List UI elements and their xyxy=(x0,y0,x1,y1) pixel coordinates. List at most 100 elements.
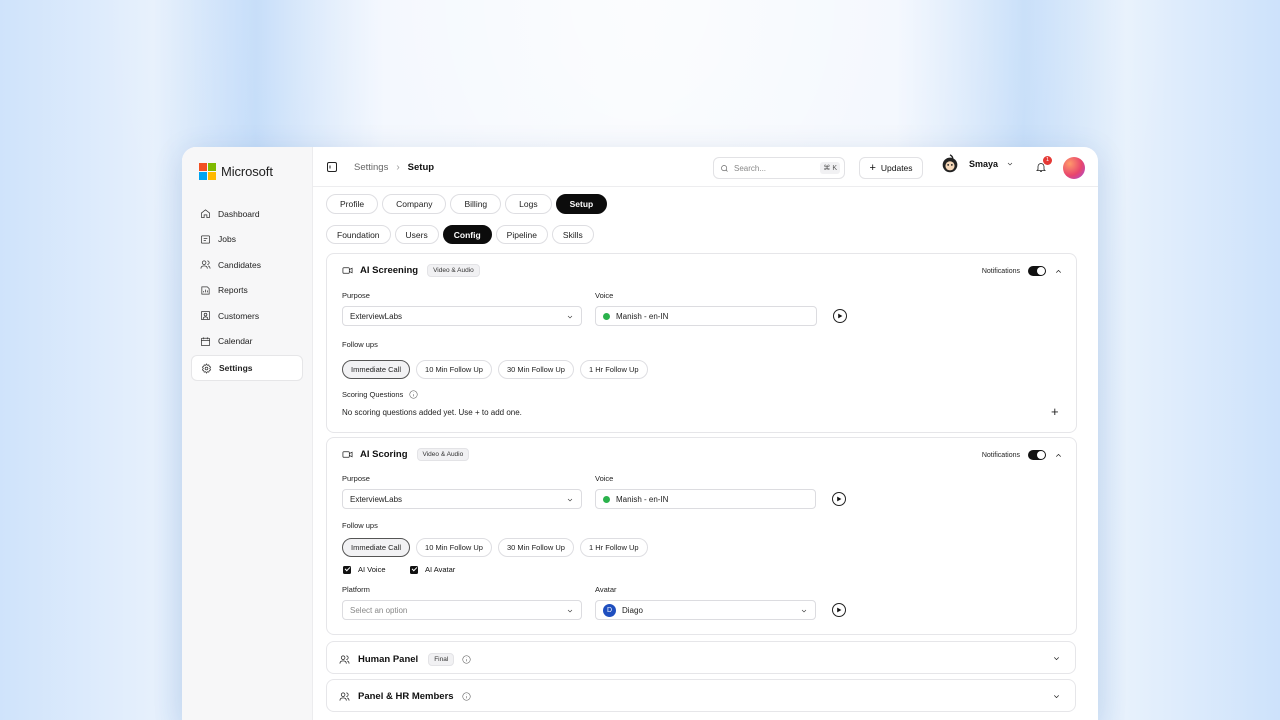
media-type-badge: Video & Audio xyxy=(416,448,470,461)
play-voice-button[interactable] xyxy=(832,492,846,506)
ai-voice-checkbox[interactable] xyxy=(343,565,351,574)
notifications-toggle[interactable] xyxy=(1028,450,1046,460)
chevron-down-icon xyxy=(1007,162,1013,166)
breadcrumb-setup: Setup xyxy=(407,162,435,173)
tab-skills[interactable]: Skills xyxy=(551,225,594,244)
users-icon xyxy=(200,260,211,269)
notifications-toggle[interactable] xyxy=(1028,266,1046,276)
followup-immediate-call[interactable]: Immediate Call xyxy=(342,538,411,557)
profile-avatar[interactable] xyxy=(1063,157,1085,179)
sidebar-item-label: Customers xyxy=(218,310,260,321)
followup-30-min[interactable]: 30 Min Follow Up xyxy=(497,360,574,379)
play-icon xyxy=(837,607,842,613)
ai-avatar-checkbox-row[interactable]: AI Avatar xyxy=(410,565,455,574)
sidebar-item-calendar[interactable]: Calendar xyxy=(191,329,303,355)
search-shortcut: ⌘ K xyxy=(820,162,840,174)
purpose-select[interactable]: ExterviewLabs xyxy=(342,306,582,326)
info-icon[interactable] xyxy=(409,390,418,399)
updates-button[interactable]: + Updates xyxy=(859,157,923,179)
chevron-down-icon xyxy=(567,315,573,319)
video-icon xyxy=(342,267,353,274)
tab-logs[interactable]: Logs xyxy=(505,194,552,214)
scoring-questions-heading: Scoring Questions xyxy=(342,390,418,399)
voice-label: Voice xyxy=(595,291,614,300)
sidebar-item-candidates[interactable]: Candidates xyxy=(191,252,303,278)
followups-label: Follow ups xyxy=(342,521,378,530)
app-window: Microsoft Dashboard Jobs Candidates Repo… xyxy=(182,147,1098,720)
human-panel-title: Human Panel xyxy=(358,654,419,665)
ai-voice-checkbox-row[interactable]: AI Voice xyxy=(343,565,386,574)
sidebar-item-label: Dashboard xyxy=(218,208,260,219)
chevron-up-icon[interactable] xyxy=(1054,267,1063,276)
contacts-icon xyxy=(201,311,210,321)
ai-avatar-checkbox[interactable] xyxy=(410,565,418,574)
play-voice-button[interactable] xyxy=(833,309,847,323)
calendar-icon xyxy=(201,337,210,346)
notifications-button[interactable]: 1 xyxy=(1035,156,1052,174)
sidebar-item-label: Calendar xyxy=(218,336,253,347)
breadcrumb-settings[interactable]: Settings xyxy=(354,162,388,173)
home-icon xyxy=(201,209,210,219)
play-avatar-button[interactable] xyxy=(832,603,846,617)
tab-company[interactable]: Company xyxy=(382,194,447,214)
chevron-up-icon[interactable] xyxy=(1054,451,1063,460)
user-menu[interactable]: Smaya xyxy=(939,153,1014,175)
chevron-down-icon xyxy=(567,498,573,502)
sidebar-item-reports[interactable]: Reports xyxy=(191,278,303,304)
search-box[interactable]: ⌘ K xyxy=(713,157,845,179)
followup-1-hr[interactable]: 1 Hr Follow Up xyxy=(579,538,648,557)
main-content: Profile Company Billing Logs Setup Found… xyxy=(313,188,1098,720)
users-icon xyxy=(339,692,350,701)
panel-hr-card[interactable]: Panel & HR Members xyxy=(326,679,1076,712)
info-icon[interactable] xyxy=(462,655,471,664)
followup-10-min[interactable]: 10 Min Follow Up xyxy=(416,360,492,379)
avatar-value: Diago xyxy=(622,605,643,615)
followup-10-min[interactable]: 10 Min Follow Up xyxy=(416,538,492,557)
panel-hr-header: Panel & HR Members xyxy=(339,691,471,702)
brand-logo[interactable]: Microsoft xyxy=(199,163,273,180)
avatar-select[interactable]: D Diago xyxy=(595,600,816,620)
human-panel-card[interactable]: Human Panel Final xyxy=(326,641,1076,674)
sidebar: Microsoft Dashboard Jobs Candidates Repo… xyxy=(182,147,313,720)
plus-icon: + xyxy=(869,162,876,174)
notifications-label: Notifications xyxy=(981,451,1020,459)
breadcrumb: Settings › Setup xyxy=(354,162,434,173)
briefcase-icon xyxy=(201,235,210,244)
microsoft-logo-icon xyxy=(199,163,216,180)
purpose-value: ExterviewLabs xyxy=(350,311,403,321)
sidebar-item-customers[interactable]: Customers xyxy=(191,303,303,329)
tab-pipeline[interactable]: Pipeline xyxy=(495,225,548,244)
sidebar-item-settings[interactable]: Settings xyxy=(191,355,303,381)
voice-select[interactable]: Manish - en-IN xyxy=(595,489,816,509)
voice-select[interactable]: Manish - en-IN xyxy=(595,306,817,326)
sidebar-item-dashboard[interactable]: Dashboard xyxy=(191,201,303,227)
tab-users[interactable]: Users xyxy=(394,225,439,244)
followup-immediate-call[interactable]: Immediate Call xyxy=(342,360,411,379)
sidebar-nav: Dashboard Jobs Candidates Reports Custom… xyxy=(191,201,303,381)
platform-select[interactable]: Select an option xyxy=(342,600,582,620)
ai-screening-card: AI Screening Video & Audio Notifications… xyxy=(326,253,1077,433)
secondary-tabs: Foundation Users Config Pipeline Skills xyxy=(326,225,594,244)
purpose-select[interactable]: ExterviewLabs xyxy=(342,489,582,509)
search-input[interactable] xyxy=(734,163,814,173)
info-icon[interactable] xyxy=(462,692,471,701)
tab-profile[interactable]: Profile xyxy=(326,194,379,214)
notification-badge: 1 xyxy=(1043,156,1052,165)
tab-billing[interactable]: Billing xyxy=(450,194,502,214)
topbar: Settings › Setup ⌘ K + Updates Smaya 1 xyxy=(313,147,1098,187)
voice-value: Manish - en-IN xyxy=(616,311,669,321)
tab-foundation[interactable]: Foundation xyxy=(326,225,391,244)
tab-setup[interactable]: Setup xyxy=(555,194,608,214)
chevron-down-icon[interactable] xyxy=(1052,692,1061,701)
followup-30-min[interactable]: 30 Min Follow Up xyxy=(497,538,574,557)
tab-config[interactable]: Config xyxy=(442,225,492,244)
sidebar-item-jobs[interactable]: Jobs xyxy=(191,227,303,253)
sidebar-item-label: Jobs xyxy=(218,234,236,245)
notifications-label: Notifications xyxy=(981,267,1020,275)
followup-1-hr[interactable]: 1 Hr Follow Up xyxy=(579,360,648,379)
sidebar-toggle-icon[interactable] xyxy=(326,161,338,173)
updates-label: Updates xyxy=(880,163,913,173)
add-question-button[interactable]: + xyxy=(1051,404,1059,419)
chevron-down-icon[interactable] xyxy=(1052,654,1061,663)
ai-avatar-label: AI Avatar xyxy=(425,565,456,574)
